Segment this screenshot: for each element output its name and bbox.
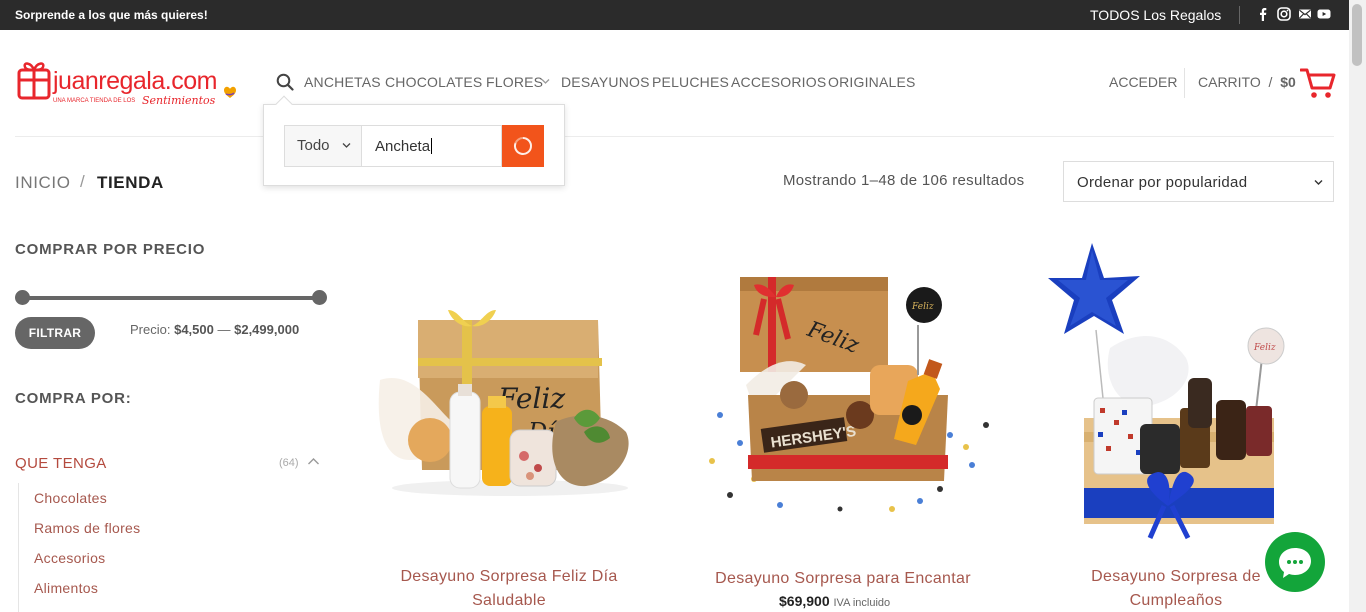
cart-separator: /: [1268, 74, 1273, 90]
search-query: Ancheta: [375, 138, 431, 155]
breadcrumb-current: TIENDA: [97, 173, 164, 192]
top-bar: Sorprende a los que más quieres! TODOS L…: [0, 0, 1366, 30]
chevron-up-icon[interactable]: [307, 457, 320, 466]
juanregala-logo[interactable]: juanregala.com UNA MARCA TIENDA DE LOS S…: [17, 58, 247, 110]
shop-by-title: COMPRA POR:: [15, 390, 132, 407]
product-title[interactable]: Desayuno Sorpresa Feliz Día Saludable: [359, 565, 659, 612]
subcategory-rule: [18, 483, 19, 612]
product-title-line1: Desayuno Sorpresa para Encantar: [715, 570, 971, 587]
svg-text:Sentimientos: Sentimientos: [142, 94, 216, 107]
product-image[interactable]: Feliz Día: [378, 300, 642, 500]
price-label: Precio:: [130, 322, 171, 337]
subcategory-accesorios[interactable]: Accesorios: [34, 550, 105, 566]
nav-originales[interactable]: ORIGINALES: [828, 74, 916, 90]
search-submit-button[interactable]: [502, 125, 544, 167]
price-filter-title: COMPRAR POR PRECIO: [15, 241, 206, 258]
logo-wordmark: juanregala.com: [52, 67, 217, 95]
loading-spinner-icon: [514, 136, 532, 155]
instagram-icon[interactable]: [1277, 7, 1291, 21]
cart-icon[interactable]: [1300, 66, 1336, 100]
dropdown-arrow: [275, 95, 293, 113]
product-title-line2: Cumpleaños: [1129, 592, 1223, 609]
nav-peluches[interactable]: PELUCHES: [652, 74, 729, 90]
nav-flores[interactable]: FLORES: [486, 74, 543, 90]
youtube-icon[interactable]: [1317, 7, 1331, 21]
breadcrumb-home[interactable]: INICIO: [15, 173, 71, 193]
search-icon[interactable]: [276, 73, 294, 91]
search-category-select[interactable]: Todo: [284, 125, 362, 167]
subcategory-chocolates[interactable]: Chocolates: [34, 490, 107, 506]
email-icon[interactable]: [1298, 7, 1312, 21]
product-title-line1: Desayuno Sorpresa Feliz Día: [400, 568, 618, 585]
filter-button[interactable]: FILTRAR: [15, 317, 95, 349]
chevron-down-icon: [342, 143, 351, 148]
chevron-down-icon[interactable]: [541, 77, 550, 86]
product-title[interactable]: Desayuno Sorpresa para Encantar: [693, 567, 993, 591]
category-count: (64): [279, 457, 299, 469]
price-range: Precio: $4,500 — $2,499,000: [130, 322, 299, 337]
chat-bubble-icon: [1279, 548, 1311, 578]
header-divider-line: [15, 136, 1334, 137]
promo-text: Sorprende a los que más quieres!: [15, 8, 208, 22]
price-slider-min-handle[interactable]: [15, 290, 30, 305]
tax-note: IVA incluido: [833, 597, 891, 609]
product-title-line2: Saludable: [472, 592, 546, 609]
price-slider-max-handle[interactable]: [312, 290, 327, 305]
product-price: $69,900 IVA incluido: [779, 593, 890, 609]
subcategory-ramos-de-flores[interactable]: Ramos de flores: [34, 520, 140, 536]
subcategory-alimentos[interactable]: Alimentos: [34, 580, 98, 596]
login-link[interactable]: ACCEDER: [1109, 74, 1177, 90]
scrollbar-track[interactable]: [1349, 0, 1366, 612]
price-value: $69,900: [779, 593, 830, 609]
product-image[interactable]: Feliz HERSHEY'S Feliz: [690, 265, 995, 515]
sort-select[interactable]: Ordenar por popularidad: [1063, 161, 1334, 202]
svg-text:UNA MARCA TIENDA DE LOS: UNA MARCA TIENDA DE LOS: [53, 98, 135, 104]
scrollbar-thumb[interactable]: [1352, 4, 1362, 66]
svg-text:Feliz: Feliz: [911, 302, 934, 312]
price-slider-track[interactable]: [22, 296, 320, 300]
search-input[interactable]: Ancheta: [362, 125, 502, 167]
results-count: Mostrando 1–48 de 106 resultados: [783, 172, 1025, 189]
facebook-icon[interactable]: [1256, 7, 1270, 21]
category-que-tenga[interactable]: QUE TENGA: [15, 455, 107, 472]
cart-label: CARRITO: [1198, 74, 1261, 90]
cart-total: $0: [1280, 74, 1296, 90]
nav-desayunos[interactable]: DESAYUNOS: [561, 74, 650, 90]
price-min: $4,500: [174, 322, 214, 337]
chevron-down-icon: [1314, 180, 1323, 185]
topbar-divider: [1239, 6, 1240, 24]
price-max: $2,499,000: [234, 322, 300, 337]
product-image[interactable]: Feliz: [1040, 238, 1310, 543]
header-divider: [1184, 68, 1185, 98]
text-caret: [431, 138, 433, 154]
cart-link[interactable]: CARRITO / $0: [1198, 74, 1296, 90]
chat-button[interactable]: [1265, 532, 1325, 592]
search-category-value: Todo: [297, 137, 330, 154]
sort-value: Ordenar por popularidad: [1077, 174, 1248, 191]
search-dropdown: Todo Ancheta: [263, 95, 565, 186]
nav-chocolates[interactable]: CHOCOLATES: [385, 74, 482, 90]
nav-anchetas[interactable]: ANCHETAS: [304, 74, 381, 90]
price-dash: —: [217, 322, 231, 337]
breadcrumb-divider: /: [80, 172, 85, 191]
svg-text:Feliz: Feliz: [1253, 343, 1276, 353]
all-gifts-link[interactable]: TODOS Los Regalos: [1090, 7, 1221, 23]
nav-accesorios[interactable]: ACCESORIOS: [731, 74, 826, 90]
